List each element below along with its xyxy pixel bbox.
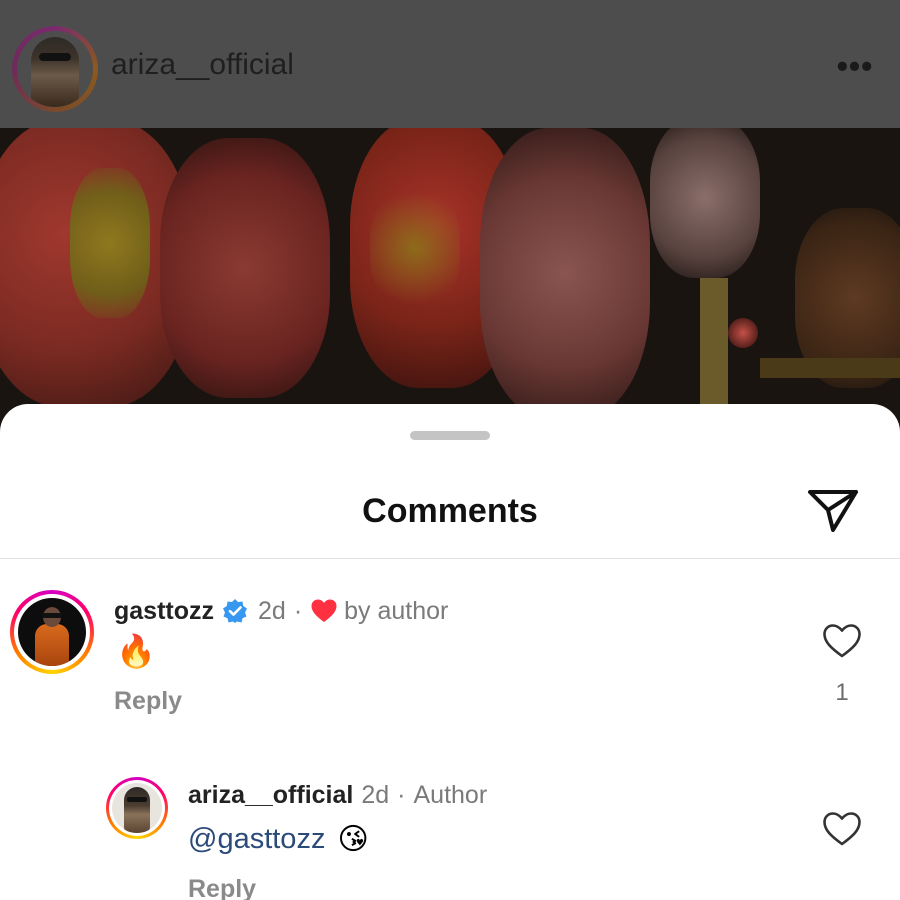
meta-separator: ·: [397, 780, 406, 809]
heart-outline-icon[interactable]: [822, 623, 862, 659]
reply-username[interactable]: ariza__official: [188, 781, 353, 810]
post-author-avatar[interactable]: [12, 26, 98, 112]
meta-separator: ·: [293, 596, 303, 625]
comment-item: gasttozz 2d · by author 🔥 Reply 1: [0, 559, 900, 739]
reply-button[interactable]: Reply: [114, 687, 182, 716]
comments-sheet: Comments gasttozz 2d · by author 🔥 Reply…: [0, 404, 900, 900]
reply-time: 2d: [361, 780, 390, 809]
paper-plane-icon[interactable]: [806, 486, 860, 534]
reply-text-emoji: 😘: [337, 822, 369, 856]
author-badge: Author: [413, 780, 488, 809]
post-header: ariza__official •••: [0, 0, 900, 128]
mention-link[interactable]: @gasttozz: [188, 823, 325, 856]
heart-outline-icon[interactable]: [822, 811, 862, 847]
sheet-drag-handle[interactable]: [410, 431, 490, 440]
reply-button[interactable]: Reply: [188, 875, 256, 900]
post-image: [0, 128, 900, 428]
avatar[interactable]: [10, 590, 94, 674]
verified-badge-icon: [223, 599, 247, 623]
post-author-username[interactable]: ariza__official: [111, 48, 294, 82]
more-horizontal-icon[interactable]: •••: [832, 50, 878, 82]
comment-time: 2d: [258, 596, 286, 625]
comment-text: 🔥: [116, 633, 156, 669]
reply-item: ariza__official 2d · Author @gasttozz 😘 …: [0, 769, 900, 900]
like-count: 1: [835, 679, 849, 706]
avatar[interactable]: [106, 777, 168, 839]
liked-by-author-label: by author: [344, 596, 449, 625]
comment-username[interactable]: gasttozz: [114, 597, 214, 626]
sheet-title: Comments: [362, 492, 538, 530]
heart-filled-icon: [311, 599, 337, 622]
